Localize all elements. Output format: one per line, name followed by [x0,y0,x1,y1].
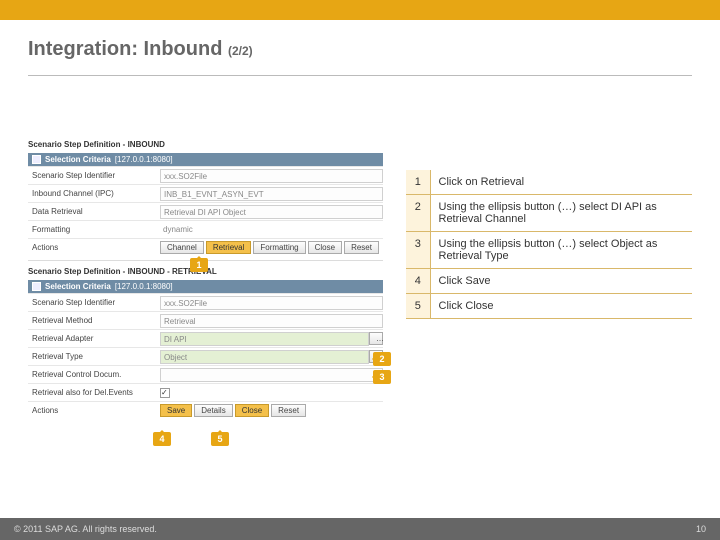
title-main: Integration: Inbound [28,38,222,60]
step-row: 4Click Save [406,269,692,294]
callout-4: 4 [153,432,171,446]
formatting-value: dynamic [160,223,383,237]
identifier-field[interactable]: xxx.SO2File [160,169,383,183]
step-num: 4 [406,269,430,294]
instruction-table: 1Click on Retrieval 2Using the ellipsis … [406,170,692,319]
inbound-channel-field[interactable]: INB_B1_EVNT_ASYN_EVT [160,187,383,201]
del-label: Retrieval also for Del.Events [28,388,160,397]
reset2-button[interactable]: Reset [271,404,306,417]
method-field[interactable]: Retrieval [160,314,383,328]
checkbox-icon [32,155,41,164]
method-label: Retrieval Method [28,316,160,325]
reset-button[interactable]: Reset [344,241,379,254]
step-text: Click on Retrieval [430,170,692,195]
data-retrieval-label: Data Retrieval [28,207,160,216]
del-checkbox[interactable] [160,388,170,398]
type-field[interactable]: Object [160,350,369,364]
callout-2: 2 [373,352,391,366]
formatting-button[interactable]: Formatting [253,241,305,254]
panel2-selection-bar: Selection Criteria [127.0.0.1:8080] [28,280,383,293]
details-button[interactable]: Details [194,404,232,417]
panel1-selection-bar: Selection Criteria [127.0.0.1:8080] [28,153,383,166]
adapter-field[interactable]: DI API [160,332,369,346]
checkbox-icon [32,282,41,291]
data-retrieval-field[interactable]: Retrieval DI API Object [160,205,383,219]
step-row: 5Click Close [406,294,692,319]
close-button[interactable]: Close [308,241,342,254]
callout-3: 3 [373,370,391,384]
footer: © 2011 SAP AG. All rights reserved. 10 [0,518,720,540]
step-text: Using the ellipsis button (…) select Obj… [430,232,692,269]
type-label: Retrieval Type [28,352,160,361]
step-row: 2Using the ellipsis button (…) select DI… [406,195,692,232]
step-text: Using the ellipsis button (…) select DI … [430,195,692,232]
conf-field[interactable] [160,368,383,382]
inbound-channel-label: Inbound Channel (IPC) [28,189,160,198]
step-num: 5 [406,294,430,319]
step-row: 3Using the ellipsis button (…) select Ob… [406,232,692,269]
sap-mock-area: Scenario Step Definition - INBOUND Selec… [28,138,383,419]
conf-label: Retrieval Control Docum. [28,370,160,379]
title-rule [28,75,692,76]
save-button[interactable]: Save [160,404,192,417]
callout-1: 1 [190,258,208,272]
actions2-label: Actions [28,406,160,415]
brand-bar [0,0,720,20]
adapter-ellipsis-button[interactable]: … [369,332,383,345]
step-num: 2 [406,195,430,232]
formatting-label: Formatting [28,225,160,234]
step-text: Click Save [430,269,692,294]
title-sub: (2/2) [228,44,253,58]
step-text: Click Close [430,294,692,319]
panel1-head: Scenario Step Definition - INBOUND [28,138,383,151]
identifier-label: Scenario Step Identifier [28,171,160,180]
page-number: 10 [696,524,706,534]
callout-5: 5 [211,432,229,446]
step-num: 1 [406,170,430,195]
identifier2-field[interactable]: xxx.SO2File [160,296,383,310]
actions-label: Actions [28,243,160,252]
adapter-label: Retrieval Adapter [28,334,160,343]
retrieval-button[interactable]: Retrieval [206,241,252,254]
step-num: 3 [406,232,430,269]
slide-title: Integration: Inbound (2/2) [0,20,720,67]
copyright: © 2011 SAP AG. All rights reserved. [14,524,157,534]
identifier2-label: Scenario Step Identifier [28,298,160,307]
close2-button[interactable]: Close [235,404,269,417]
step-row: 1Click on Retrieval [406,170,692,195]
